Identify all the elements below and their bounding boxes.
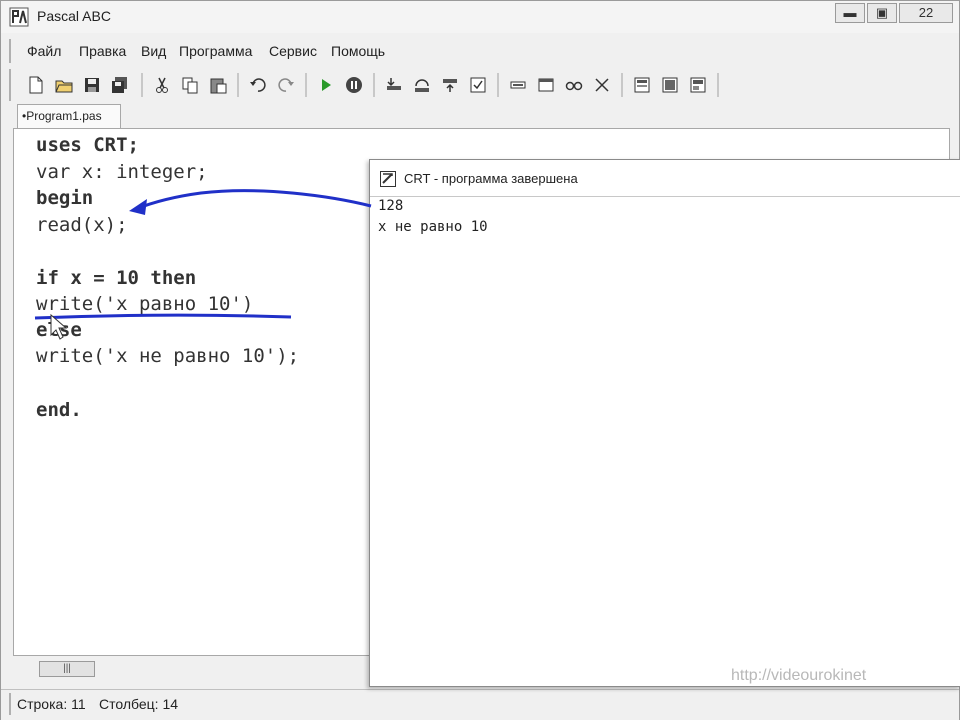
new-file-button[interactable] bbox=[25, 74, 47, 96]
step-over-button[interactable] bbox=[411, 74, 433, 96]
step-over-icon bbox=[415, 79, 429, 92]
scrollbar-thumb[interactable]: ||| bbox=[39, 661, 95, 677]
watch-button[interactable] bbox=[467, 74, 489, 96]
run-button[interactable] bbox=[315, 74, 337, 96]
menu-edit[interactable]: Правка bbox=[79, 43, 126, 59]
undo-icon bbox=[250, 78, 266, 92]
watch-icon bbox=[470, 77, 486, 93]
title-bar: Pascal ABC ▬ ▣ 22 bbox=[1, 1, 959, 33]
close-icon: 22 bbox=[918, 5, 934, 20]
step-out-button[interactable] bbox=[439, 74, 461, 96]
save-icon bbox=[85, 78, 99, 92]
compile-button[interactable] bbox=[631, 74, 653, 96]
code-line-7: write('x равно 10') bbox=[36, 293, 254, 315]
close-x-button[interactable] bbox=[591, 74, 613, 96]
glasses-button[interactable] bbox=[563, 74, 585, 96]
minimize-icon: ▬ bbox=[843, 5, 857, 20]
close-x-icon bbox=[595, 78, 609, 92]
code-line-9: write('x не равно 10'); bbox=[36, 345, 300, 367]
cut-icon bbox=[156, 77, 168, 93]
maximize-icon: ▣ bbox=[875, 5, 889, 20]
copy-button[interactable] bbox=[179, 74, 201, 96]
code-line-6: if x = 10 then bbox=[36, 267, 197, 289]
open-file-icon bbox=[55, 80, 73, 93]
menu-program[interactable]: Программа bbox=[179, 43, 252, 59]
window-title: Pascal ABC bbox=[37, 8, 111, 24]
watermark-text: http://videourokinet bbox=[731, 667, 867, 684]
menu-service[interactable]: Сервис bbox=[269, 43, 317, 59]
status-bar: Строка: 11 Столбец: 14 bbox=[1, 689, 959, 720]
compile-all-icon bbox=[662, 77, 678, 93]
crt-output-line-2: x не равно 10 bbox=[378, 219, 488, 235]
crt-output-line-1: 128 bbox=[378, 198, 404, 214]
redo-button[interactable] bbox=[275, 74, 297, 96]
code-line-4: read(x); bbox=[36, 214, 128, 236]
run-compiled-icon bbox=[690, 77, 706, 93]
code-line-1: uses CRT; bbox=[36, 134, 139, 156]
save-all-icon bbox=[112, 77, 127, 93]
minimize-button[interactable]: ▬ bbox=[835, 3, 865, 23]
undo-button[interactable] bbox=[247, 74, 269, 96]
tab-program1[interactable]: •Program1.pas bbox=[17, 104, 121, 128]
breakpoint-button[interactable] bbox=[507, 74, 529, 96]
run-icon bbox=[322, 79, 331, 91]
code-line-3: begin bbox=[36, 187, 94, 209]
stop-button[interactable] bbox=[343, 74, 365, 96]
window-icon bbox=[538, 78, 554, 92]
code-line-2: var x: integer; bbox=[36, 161, 208, 183]
status-line: Строка: 11 bbox=[17, 696, 86, 712]
status-column: Столбец: 14 bbox=[99, 696, 179, 712]
horizontal-scrollbar[interactable]: ||| bbox=[13, 657, 369, 681]
new-file-icon bbox=[29, 76, 43, 94]
breakpoint-icon bbox=[510, 81, 526, 89]
menu-bar: Файл Правка Вид Программа Сервис Помощь bbox=[9, 39, 951, 63]
paste-button[interactable] bbox=[207, 74, 229, 96]
step-into-button[interactable] bbox=[383, 74, 405, 96]
cut-button[interactable] bbox=[151, 74, 173, 96]
code-line-8: else bbox=[36, 319, 82, 341]
compile-all-button[interactable] bbox=[659, 74, 681, 96]
glasses-icon bbox=[565, 81, 583, 91]
crt-app-icon bbox=[380, 171, 396, 187]
window-button[interactable] bbox=[535, 74, 557, 96]
menu-file[interactable]: Файл bbox=[27, 43, 61, 59]
tab-program1-label: •Program1.pas bbox=[22, 109, 102, 123]
stop-icon bbox=[346, 77, 362, 93]
pascal-abc-app-icon bbox=[9, 7, 29, 27]
copy-icon bbox=[182, 77, 198, 94]
compile-icon bbox=[634, 77, 650, 93]
run-compiled-button[interactable] bbox=[687, 74, 709, 96]
save-all-button[interactable] bbox=[109, 74, 131, 96]
crt-title-bar: CRT - программа завершена bbox=[370, 160, 960, 197]
close-button[interactable]: 22 bbox=[899, 3, 953, 23]
crt-window-title: CRT - программа завершена bbox=[404, 171, 578, 186]
paste-icon bbox=[210, 78, 227, 94]
step-out-icon bbox=[443, 79, 457, 92]
toolbar bbox=[9, 69, 955, 101]
menu-view[interactable]: Вид bbox=[141, 43, 166, 59]
menu-help[interactable]: Помощь bbox=[331, 43, 385, 59]
crt-output-window[interactable]: CRT - программа завершена 128 x не равно… bbox=[369, 159, 960, 687]
save-button[interactable] bbox=[81, 74, 103, 96]
maximize-button[interactable]: ▣ bbox=[867, 3, 897, 23]
step-into-icon bbox=[387, 78, 401, 90]
code-line-11: end. bbox=[36, 399, 82, 421]
tab-strip: •Program1.pas bbox=[13, 102, 953, 128]
redo-icon bbox=[278, 78, 294, 92]
open-file-button[interactable] bbox=[53, 74, 75, 96]
pascal-abc-window: Pascal ABC ▬ ▣ 22 Файл Правка Вид Програ… bbox=[0, 0, 960, 720]
